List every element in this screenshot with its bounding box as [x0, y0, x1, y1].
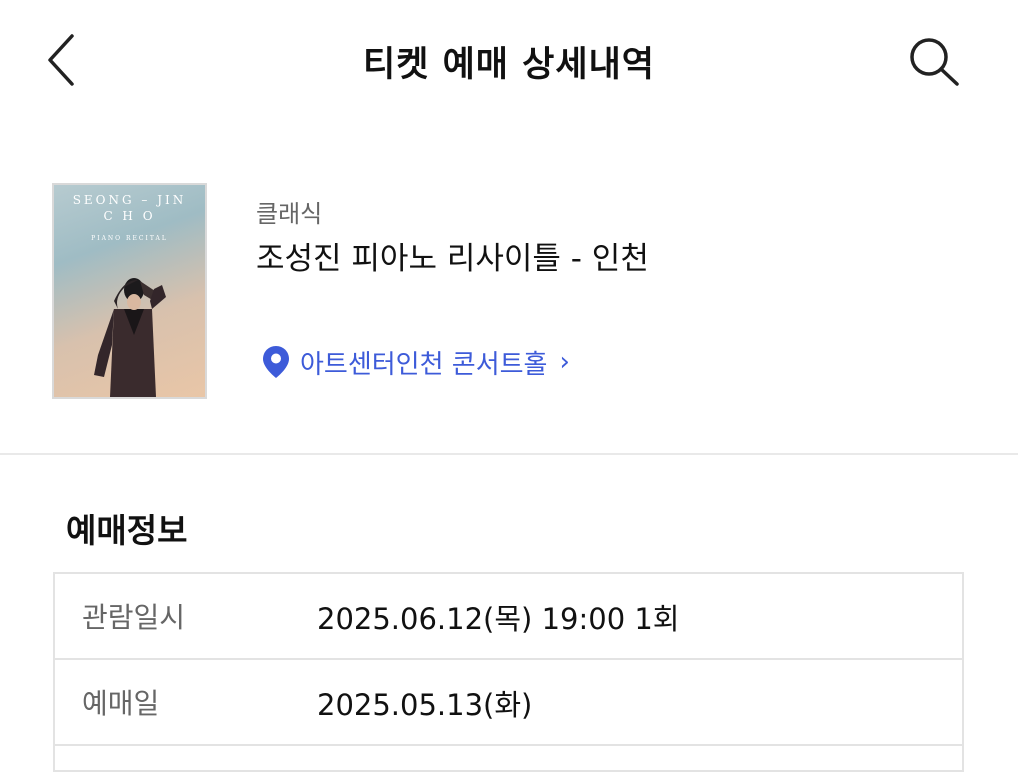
top-app-bar: 티켓 예매 상세내역: [0, 0, 1018, 120]
row-value: 2025.05.13(화): [317, 688, 533, 722]
pianist-figure: [94, 278, 166, 397]
event-summary: SEONG – JIN C H O PIANO RECITAL 클래식 조성진 …: [0, 180, 1018, 405]
event-poster[interactable]: SEONG – JIN C H O PIANO RECITAL: [52, 183, 207, 399]
row-label: 관람일시: [82, 601, 186, 634]
page-title: 티켓 예매 상세내역: [363, 45, 655, 85]
chevron-right-icon: ›: [559, 347, 570, 377]
table-row: 예매일 2025.05.13(화): [55, 660, 962, 746]
booking-info-title: 예매정보: [66, 511, 188, 550]
venue-link[interactable]: 아트센터인천 콘서트홀 ›: [262, 342, 570, 382]
row-value: 2025.06.12(목) 19:00 1회: [317, 602, 680, 636]
booking-info-table: 관람일시 2025.06.12(목) 19:00 1회 예매일 2025.05.…: [53, 572, 964, 772]
venue-name[interactable]: 아트센터인천 콘서트홀: [300, 344, 547, 381]
section-divider: [0, 453, 1018, 455]
location-pin-icon: [263, 346, 289, 378]
row-label: 예매일: [82, 687, 160, 720]
search-icon: [910, 38, 959, 86]
table-row: 관람일시 2025.06.12(목) 19:00 1회: [55, 574, 962, 660]
event-category: 클래식: [256, 200, 323, 228]
search-button[interactable]: [905, 35, 965, 90]
event-title[interactable]: 조성진 피아노 리사이틀 - 인천: [256, 233, 649, 278]
